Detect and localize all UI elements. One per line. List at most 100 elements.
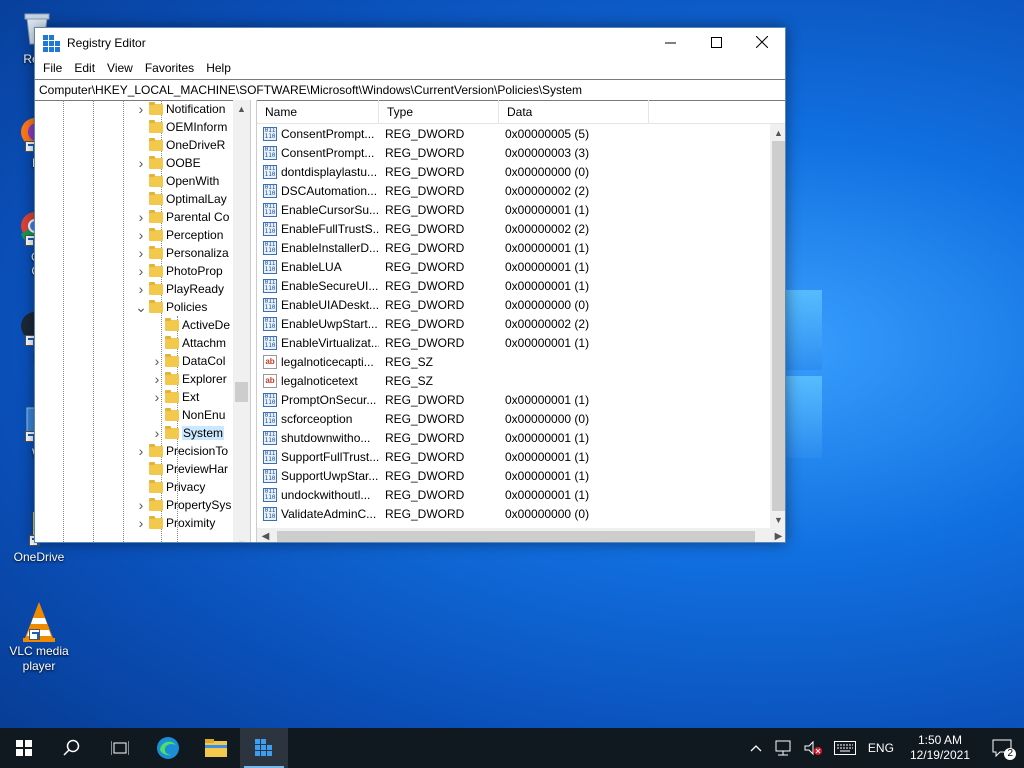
tree-item[interactable]: › Notification xyxy=(135,100,226,118)
tree-item[interactable]: Attachm xyxy=(151,334,226,352)
registry-value-row[interactable]: 011 110 EnableFullTrustS... REG_DWORD 0x000… xyxy=(257,219,770,238)
scrollbar-thumb[interactable] xyxy=(235,382,248,402)
chevron-right-icon[interactable]: › xyxy=(135,443,147,459)
scrollbar-thumb[interactable] xyxy=(277,531,755,542)
tree-vertical-scrollbar[interactable]: ▲ ▼ xyxy=(233,100,250,542)
column-header-type[interactable]: Type xyxy=(379,100,499,123)
tree-item[interactable]: › DataCol xyxy=(151,352,226,370)
address-bar[interactable]: Computer\HKEY_LOCAL_MACHINE\SOFTWARE\Mic… xyxy=(35,79,785,101)
chevron-right-icon[interactable]: › xyxy=(135,101,147,117)
scroll-left-arrow-icon[interactable]: ◀ xyxy=(257,528,274,542)
tree-item[interactable]: OpenWith xyxy=(135,172,219,190)
scroll-up-arrow-icon[interactable]: ▲ xyxy=(233,100,250,117)
tree-item[interactable]: › PropertySys xyxy=(135,496,232,514)
values-list-pane[interactable]: Name Type Data 011 110 ConsentPrompt... RE… xyxy=(256,100,785,542)
taskbar-edge-button[interactable] xyxy=(144,728,192,768)
list-horizontal-scrollbar[interactable]: ◀ ▶ xyxy=(257,528,785,542)
clock[interactable]: 1:50 AM 12/19/2021 xyxy=(900,733,980,763)
chevron-right-icon[interactable]: › xyxy=(151,389,163,405)
maximize-button[interactable] xyxy=(693,28,739,56)
tree-item[interactable]: › PlayReady xyxy=(135,280,224,298)
chevron-right-icon[interactable]: › xyxy=(151,425,163,441)
registry-value-row[interactable]: 011 110 undockwithoutl... REG_DWORD 0x00000… xyxy=(257,485,770,504)
menu-file[interactable]: File xyxy=(37,61,68,75)
title-bar[interactable]: Registry Editor xyxy=(35,28,785,58)
menu-favorites[interactable]: Favorites xyxy=(139,61,200,75)
registry-value-row[interactable]: 011 110 EnableSecureUI... REG_DWORD 0x00000… xyxy=(257,276,770,295)
chevron-down-icon[interactable]: ⌄ xyxy=(135,299,147,316)
registry-value-row[interactable]: 011 110 EnableInstallerD... REG_DWORD 0x000… xyxy=(257,238,770,257)
minimize-button[interactable] xyxy=(647,28,693,56)
tree-item[interactable]: › PrecisionTo xyxy=(135,442,228,460)
desktop-icon-vlc[interactable]: VLC media player xyxy=(4,600,74,674)
tree-item[interactable]: OneDriveR xyxy=(135,136,225,154)
tree-item[interactable]: Privacy xyxy=(135,478,205,496)
tree-item[interactable]: › PhotoProp xyxy=(135,262,223,280)
tree-item[interactable]: OptimalLay xyxy=(135,190,227,208)
search-button[interactable] xyxy=(48,728,96,768)
chevron-right-icon[interactable]: › xyxy=(135,245,147,261)
tree-item[interactable]: › Proximity xyxy=(135,514,216,532)
chevron-right-icon[interactable]: › xyxy=(135,263,147,279)
tree-item[interactable]: › Perception xyxy=(135,226,224,244)
scrollbar-thumb[interactable] xyxy=(772,141,785,511)
tree-item[interactable]: ActiveDe xyxy=(151,316,230,334)
registry-value-row[interactable]: 011 110 ValidateAdminC... REG_DWORD 0x00000… xyxy=(257,504,770,523)
taskbar-registry-editor-button[interactable] xyxy=(240,728,288,768)
chevron-right-icon[interactable]: › xyxy=(135,281,147,297)
tree-item[interactable]: › Explorer xyxy=(151,370,227,388)
column-header-data[interactable]: Data xyxy=(499,100,649,123)
show-hidden-icons-button[interactable] xyxy=(744,728,768,768)
chevron-right-icon[interactable]: › xyxy=(151,371,163,387)
start-button[interactable] xyxy=(0,728,48,768)
chevron-right-icon[interactable]: › xyxy=(135,515,147,531)
column-header-name[interactable]: Name xyxy=(257,100,379,123)
task-view-button[interactable] xyxy=(96,728,144,768)
chevron-right-icon[interactable]: › xyxy=(135,155,147,171)
network-button[interactable] xyxy=(768,728,798,768)
tree-item[interactable]: PreviewHar xyxy=(135,460,228,478)
tree-item[interactable]: › Parental Co xyxy=(135,208,230,226)
menu-help[interactable]: Help xyxy=(200,61,237,75)
registry-value-row[interactable]: 011 110 EnableCursorSu... REG_DWORD 0x00000… xyxy=(257,200,770,219)
tree-item[interactable]: › System xyxy=(151,424,225,442)
registry-value-row[interactable]: 011 110 ConsentPrompt... REG_DWORD 0x000000… xyxy=(257,143,770,162)
list-vertical-scrollbar[interactable]: ▲ ▼ xyxy=(770,124,785,528)
key-tree-pane[interactable]: › Notification OEMInform OneDriveR › OOBE Open… xyxy=(35,100,251,542)
registry-value-row[interactable]: 011 110 EnableUIADeskt... REG_DWORD 0x00000… xyxy=(257,295,770,314)
registry-value-row[interactable]: 011 110 EnableLUA REG_DWORD 0x00000001 (1) xyxy=(257,257,770,276)
tree-item[interactable]: NonEnu xyxy=(151,406,225,424)
scroll-up-arrow-icon[interactable]: ▲ xyxy=(770,124,785,141)
registry-value-row[interactable]: 011 110 EnableUwpStart... REG_DWORD 0x00000… xyxy=(257,314,770,333)
registry-value-row[interactable]: 011 110 shutdownwitho... REG_DWORD 0x000000… xyxy=(257,428,770,447)
chevron-right-icon[interactable]: › xyxy=(135,227,147,243)
registry-value-row[interactable]: ab legalnoticetext REG_SZ xyxy=(257,371,770,390)
input-language-indicator[interactable]: ENG xyxy=(862,728,900,768)
registry-value-row[interactable]: 011 110 PromptOnSecur... REG_DWORD 0x000000… xyxy=(257,390,770,409)
scroll-down-arrow-icon[interactable]: ▼ xyxy=(770,511,785,528)
close-button[interactable] xyxy=(739,28,785,56)
registry-value-row[interactable]: 011 110 DSCAutomation... REG_DWORD 0x000000… xyxy=(257,181,770,200)
registry-value-row[interactable]: ab legalnoticecapti... REG_SZ xyxy=(257,352,770,371)
registry-editor-window[interactable]: Registry Editor File Edit View Favorites… xyxy=(34,27,786,543)
registry-value-row[interactable]: 011 110 ConsentPrompt... REG_DWORD 0x000000… xyxy=(257,124,770,143)
registry-value-row[interactable]: 011 110 scforceoption REG_DWORD 0x00000000 … xyxy=(257,409,770,428)
chevron-right-icon[interactable]: › xyxy=(151,353,163,369)
action-center-button[interactable]: 2 xyxy=(980,728,1024,768)
tree-item[interactable]: › OOBE xyxy=(135,154,201,172)
tree-item[interactable]: ⌄ Policies xyxy=(135,298,207,316)
taskbar-file-explorer-button[interactable] xyxy=(192,728,240,768)
touch-keyboard-button[interactable] xyxy=(828,728,862,768)
scroll-down-arrow-icon[interactable]: ▼ xyxy=(233,535,250,543)
registry-value-row[interactable]: 011 110 SupportUwpStar... REG_DWORD 0x00000… xyxy=(257,466,770,485)
registry-value-row[interactable]: 011 110 SupportFullTrust... REG_DWORD 0x000… xyxy=(257,447,770,466)
chevron-right-icon[interactable]: › xyxy=(135,209,147,225)
tree-item[interactable]: OEMInform xyxy=(135,118,227,136)
menu-view[interactable]: View xyxy=(101,61,139,75)
registry-value-row[interactable]: 011 110 EnableVirtualizat... REG_DWORD 0x00… xyxy=(257,333,770,352)
volume-button[interactable] xyxy=(798,728,828,768)
chevron-right-icon[interactable]: › xyxy=(135,497,147,513)
menu-edit[interactable]: Edit xyxy=(68,61,101,75)
tree-item[interactable]: › Personaliza xyxy=(135,244,229,262)
registry-value-row[interactable]: 011 110 dontdisplaylastu... REG_DWORD 0x000… xyxy=(257,162,770,181)
